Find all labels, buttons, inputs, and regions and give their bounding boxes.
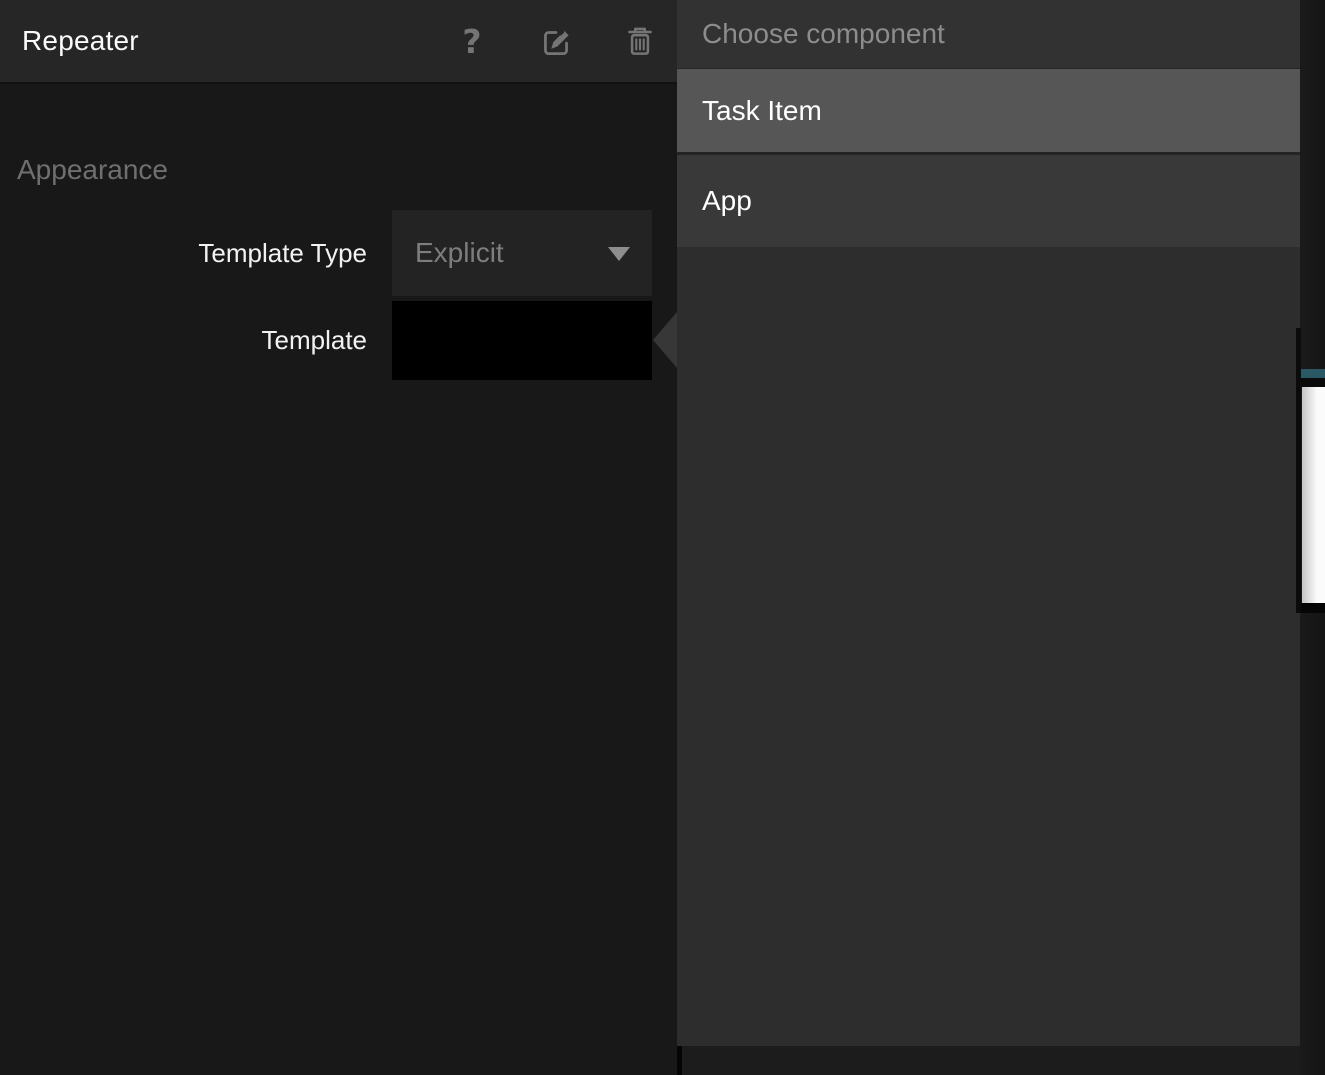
canvas-strip-bottom bbox=[1300, 613, 1325, 1075]
template-swatch[interactable] bbox=[392, 301, 652, 380]
picker-option-task-item[interactable]: Task Item bbox=[677, 69, 1300, 155]
template-type-label: Template Type bbox=[0, 210, 367, 296]
panel-toolbar: ? bbox=[453, 0, 659, 82]
properties-panel: Repeater ? bbox=[0, 0, 677, 1075]
picker-header: Choose component bbox=[677, 0, 1300, 69]
canvas-teal-bar bbox=[1300, 369, 1325, 378]
picker-option-app[interactable]: App bbox=[677, 155, 1300, 247]
canvas-dark-gap bbox=[1300, 378, 1325, 387]
template-type-dropdown[interactable]: Explicit bbox=[392, 210, 652, 296]
panel-title: Repeater bbox=[22, 25, 139, 57]
panel-header: Repeater ? bbox=[0, 0, 677, 84]
canvas-page-fragment bbox=[1302, 387, 1325, 603]
canvas-under-flyout bbox=[682, 1046, 1300, 1075]
app-root: Repeater ? bbox=[0, 0, 1325, 1075]
chevron-down-icon bbox=[608, 247, 630, 261]
canvas-strip-top bbox=[1300, 0, 1325, 369]
flyout-shadow-line bbox=[1296, 328, 1301, 613]
edit-icon[interactable] bbox=[537, 21, 575, 61]
template-label: Template bbox=[0, 301, 367, 380]
canvas-page-bottom-edge bbox=[1300, 603, 1325, 613]
template-type-value: Explicit bbox=[415, 237, 504, 269]
option-label: Task Item bbox=[702, 95, 822, 127]
trash-icon[interactable] bbox=[621, 21, 659, 61]
help-icon[interactable]: ? bbox=[453, 21, 491, 61]
canvas-edge-line bbox=[677, 1046, 682, 1075]
section-title-appearance: Appearance bbox=[17, 154, 168, 186]
option-label: App bbox=[702, 185, 752, 217]
component-picker-flyout: Choose component Task Item App bbox=[677, 0, 1300, 1046]
flyout-pointer-arrow bbox=[653, 312, 677, 368]
